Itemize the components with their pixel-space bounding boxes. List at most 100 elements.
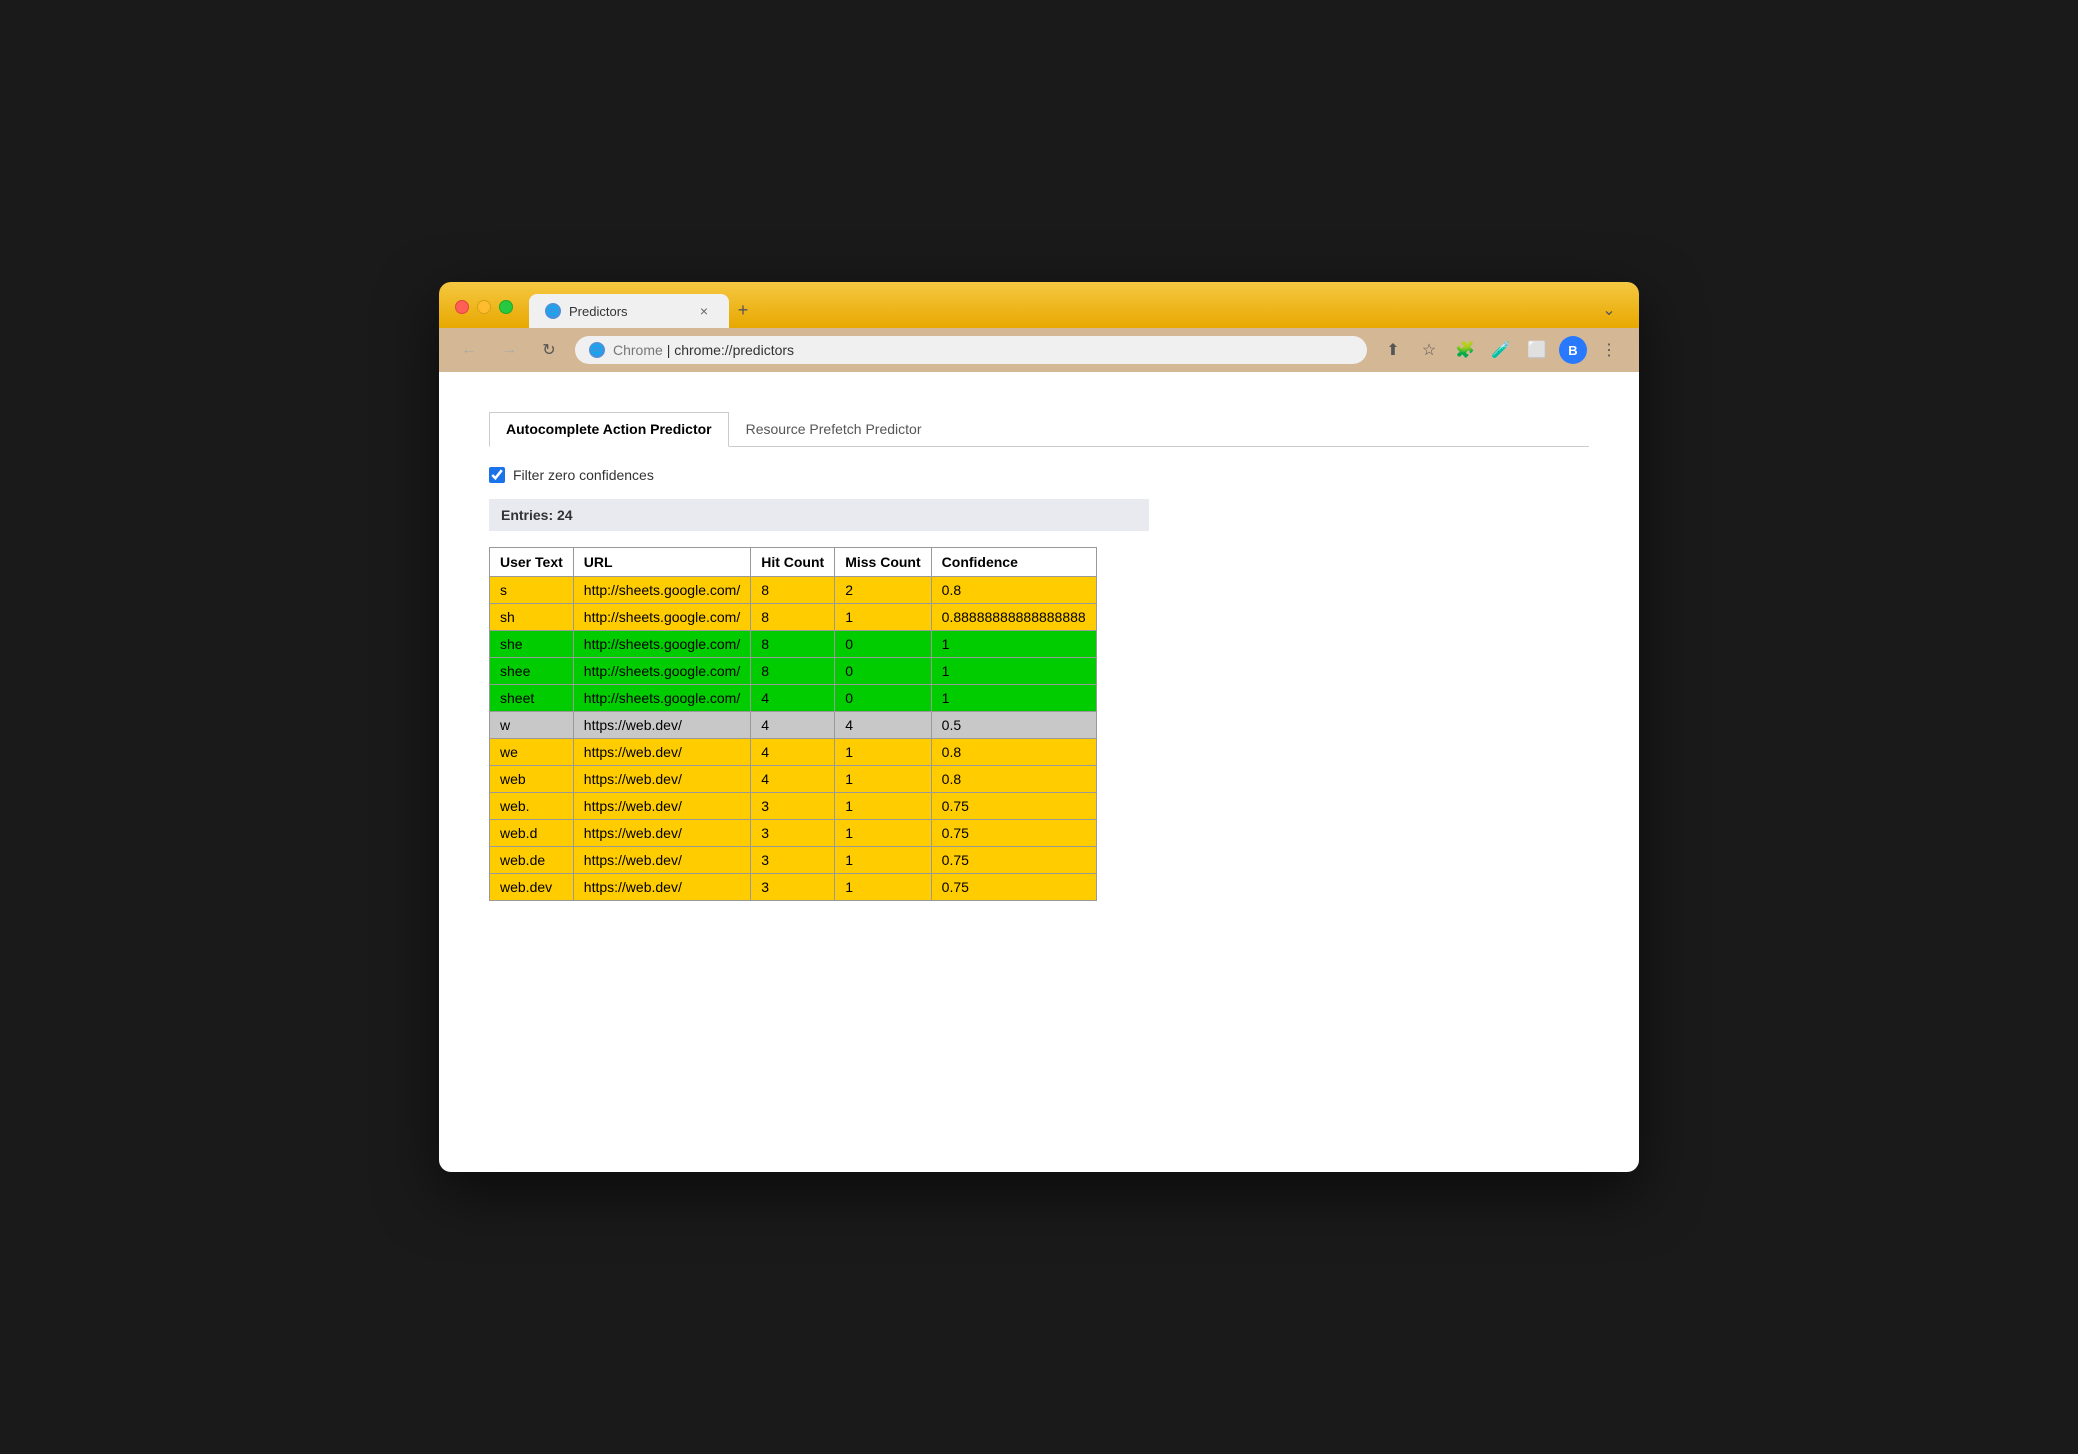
cell-confidence: 1	[931, 685, 1096, 712]
close-button[interactable]	[455, 300, 469, 314]
cell-miss-count: 1	[835, 739, 931, 766]
entries-count: Entries: 24	[501, 507, 573, 523]
table-row: shttp://sheets.google.com/820.8	[490, 577, 1097, 604]
cell-url: http://sheets.google.com/	[573, 685, 750, 712]
tabs-chevron-button[interactable]: ⌄	[1595, 296, 1623, 324]
entries-bar: Entries: 24	[489, 499, 1149, 531]
reload-button[interactable]: ↻	[535, 336, 563, 364]
new-tab-button[interactable]: +	[729, 296, 757, 324]
address-favicon-icon: 🌐	[589, 342, 605, 358]
cell-url: https://web.dev/	[573, 847, 750, 874]
cell-url: https://web.dev/	[573, 793, 750, 820]
cell-user-text: s	[490, 577, 574, 604]
cell-miss-count: 0	[835, 685, 931, 712]
cell-miss-count: 1	[835, 793, 931, 820]
table-row: sheehttp://sheets.google.com/801	[490, 658, 1097, 685]
col-header-hit-count: Hit Count	[751, 548, 835, 577]
col-header-confidence: Confidence	[931, 548, 1096, 577]
filter-row: Filter zero confidences	[489, 467, 1589, 483]
cell-miss-count: 4	[835, 712, 931, 739]
tab-favicon-icon: 🌐	[545, 303, 561, 319]
cell-user-text: web	[490, 766, 574, 793]
cell-confidence: 0.8	[931, 739, 1096, 766]
table-row: web.devhttps://web.dev/310.75	[490, 874, 1097, 901]
address-input[interactable]: 🌐 Chrome | chrome://predictors	[575, 336, 1367, 364]
cell-user-text: sheet	[490, 685, 574, 712]
table-header: User Text URL Hit Count Miss Count Confi…	[490, 548, 1097, 577]
cell-url: http://sheets.google.com/	[573, 577, 750, 604]
table-row: whttps://web.dev/440.5	[490, 712, 1097, 739]
cell-confidence: 0.5	[931, 712, 1096, 739]
cell-url: http://sheets.google.com/	[573, 658, 750, 685]
cell-hit-count: 3	[751, 820, 835, 847]
address-brand-text: Chrome | chrome://predictors	[613, 342, 794, 358]
cell-hit-count: 4	[751, 766, 835, 793]
cell-user-text: web.de	[490, 847, 574, 874]
cell-user-text: she	[490, 631, 574, 658]
toolbar-icons: ⬆ ☆ 🧩 🧪 ⬜ B ⋮	[1379, 336, 1623, 364]
cell-miss-count: 1	[835, 604, 931, 631]
cell-confidence: 0.75	[931, 874, 1096, 901]
cell-confidence: 0.75	[931, 793, 1096, 820]
address-url-text: chrome://predictors	[674, 342, 794, 358]
cell-url: http://sheets.google.com/	[573, 631, 750, 658]
bookmark-icon[interactable]: ☆	[1415, 336, 1443, 364]
table-row: web.dehttps://web.dev/310.75	[490, 847, 1097, 874]
share-icon[interactable]: ⬆	[1379, 336, 1407, 364]
cell-url: https://web.dev/	[573, 712, 750, 739]
minimize-button[interactable]	[477, 300, 491, 314]
cell-hit-count: 4	[751, 739, 835, 766]
split-view-icon[interactable]: ⬜	[1523, 336, 1551, 364]
cell-url: https://web.dev/	[573, 874, 750, 901]
tabs-row: 🌐 Predictors × + ⌄	[521, 294, 1623, 328]
cell-confidence: 1	[931, 658, 1096, 685]
cell-user-text: we	[490, 739, 574, 766]
profile-button[interactable]: B	[1559, 336, 1587, 364]
maximize-button[interactable]	[499, 300, 513, 314]
table-row: web.dhttps://web.dev/310.75	[490, 820, 1097, 847]
cell-miss-count: 0	[835, 631, 931, 658]
tab-close-button[interactable]: ×	[695, 302, 713, 320]
cell-miss-count: 0	[835, 658, 931, 685]
tab-title: Predictors	[569, 304, 687, 319]
address-bar: ← → ↻ 🌐 Chrome | chrome://predictors ⬆ ☆…	[439, 328, 1639, 372]
cell-hit-count: 3	[751, 793, 835, 820]
cell-hit-count: 8	[751, 577, 835, 604]
cell-hit-count: 4	[751, 685, 835, 712]
cell-url: https://web.dev/	[573, 820, 750, 847]
table-row: shhttp://sheets.google.com/810.888888888…	[490, 604, 1097, 631]
menu-icon[interactable]: ⋮	[1595, 336, 1623, 364]
table-row: web.https://web.dev/310.75	[490, 793, 1097, 820]
predictors-table: User Text URL Hit Count Miss Count Confi…	[489, 547, 1097, 901]
cell-confidence: 0.8	[931, 577, 1096, 604]
tab-autocomplete[interactable]: Autocomplete Action Predictor	[489, 412, 729, 447]
cell-confidence: 0.75	[931, 847, 1096, 874]
cell-url: https://web.dev/	[573, 739, 750, 766]
filter-label[interactable]: Filter zero confidences	[513, 467, 654, 483]
col-header-url: URL	[573, 548, 750, 577]
cell-user-text: sh	[490, 604, 574, 631]
extensions-icon[interactable]: 🧩	[1451, 336, 1479, 364]
browser-window: 🌐 Predictors × + ⌄ ← → ↻ 🌐 Chrome | chro…	[439, 282, 1639, 1172]
cell-miss-count: 1	[835, 820, 931, 847]
forward-button[interactable]: →	[495, 336, 523, 364]
cell-url: http://sheets.google.com/	[573, 604, 750, 631]
cell-hit-count: 3	[751, 847, 835, 874]
cell-url: https://web.dev/	[573, 766, 750, 793]
back-button[interactable]: ←	[455, 336, 483, 364]
cell-hit-count: 8	[751, 604, 835, 631]
cell-confidence: 1	[931, 631, 1096, 658]
cell-confidence: 0.88888888888888888	[931, 604, 1096, 631]
favicon-symbol: 🌐	[547, 306, 559, 317]
cell-miss-count: 1	[835, 766, 931, 793]
filter-zero-confidences-checkbox[interactable]	[489, 467, 505, 483]
cell-user-text: web.	[490, 793, 574, 820]
labs-icon[interactable]: 🧪	[1487, 336, 1515, 364]
cell-miss-count: 2	[835, 577, 931, 604]
table-row: shehttp://sheets.google.com/801	[490, 631, 1097, 658]
traffic-lights	[455, 300, 513, 328]
tab-resource-prefetch[interactable]: Resource Prefetch Predictor	[729, 412, 939, 446]
table-row: wehttps://web.dev/410.8	[490, 739, 1097, 766]
cell-user-text: web.dev	[490, 874, 574, 901]
browser-tab[interactable]: 🌐 Predictors ×	[529, 294, 729, 328]
